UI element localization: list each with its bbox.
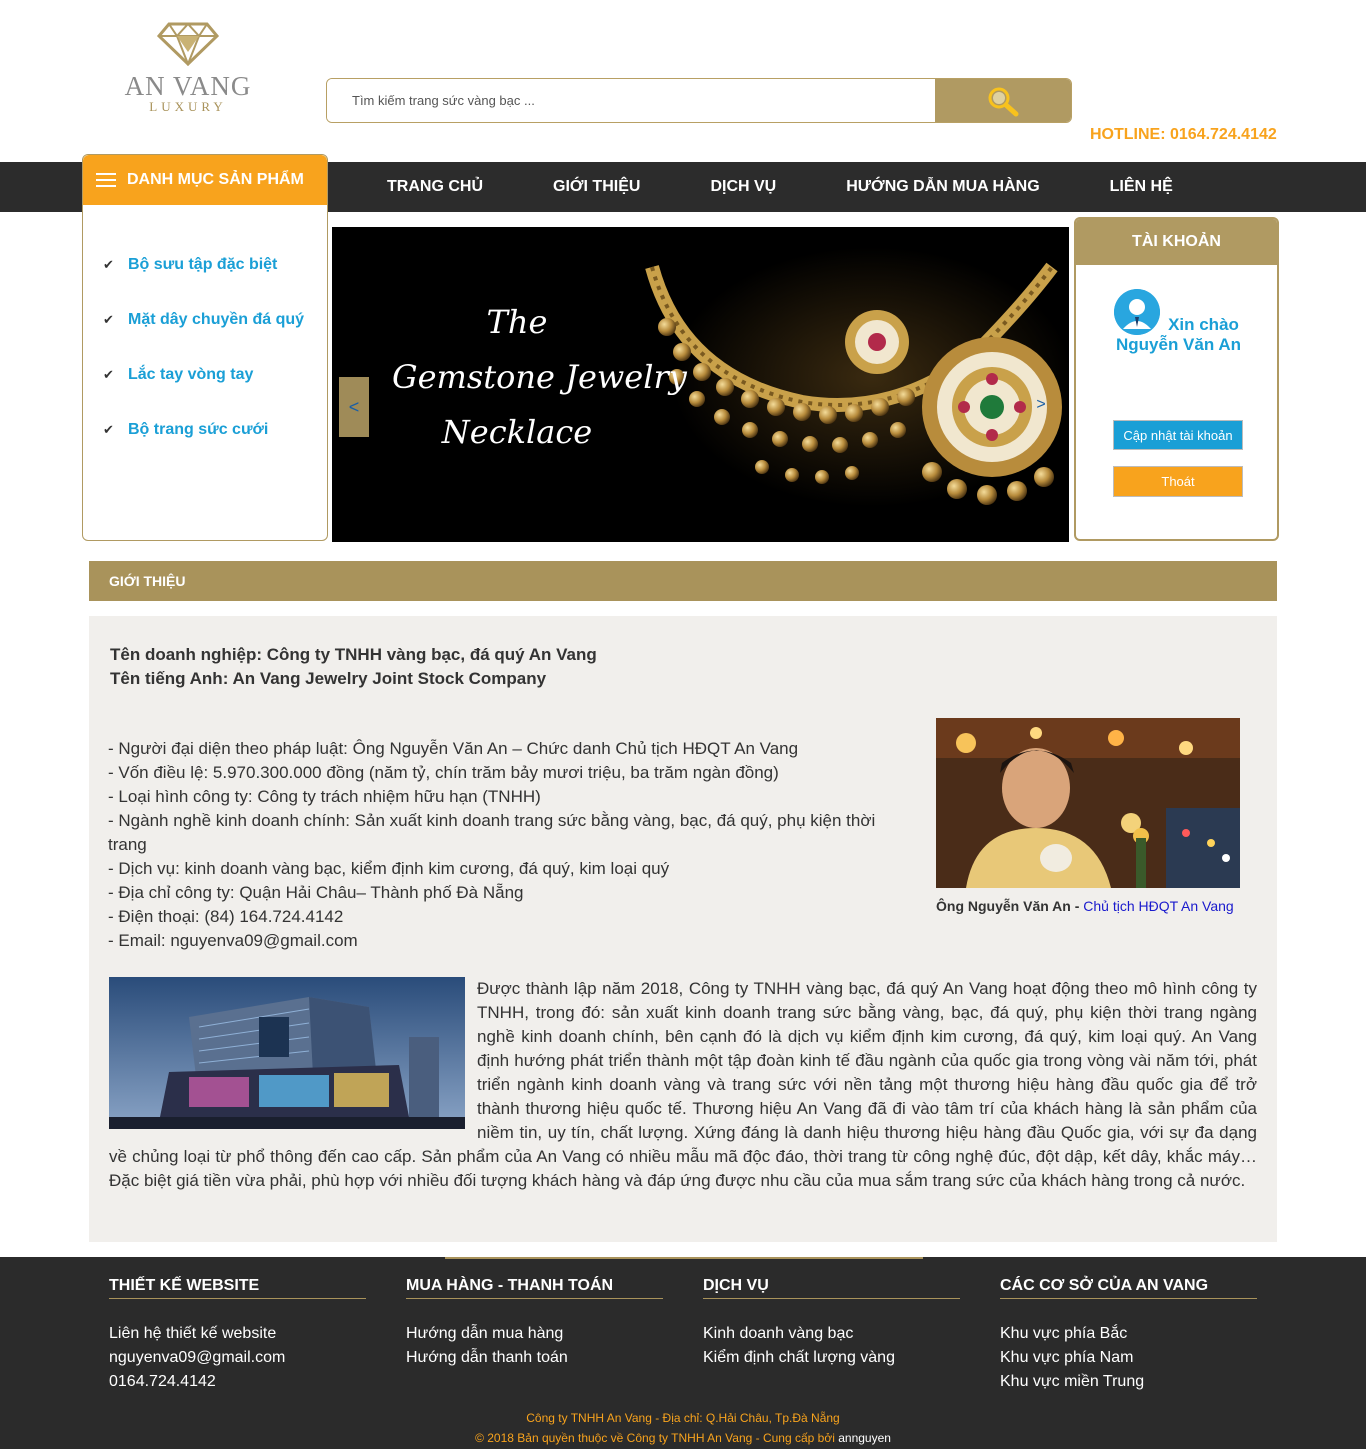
footer-column-shopping: MUA HÀNG - THANH TOÁN Hướng dẫn mua hàng… — [406, 1277, 663, 1370]
detail-line: - Vốn điều lệ: 5.970.300.000 đồng (năm t… — [108, 763, 779, 782]
search-button[interactable] — [935, 79, 1071, 122]
copyright-text: © 2018 Bản quyền thuộc về Công ty TNHH A… — [475, 1431, 839, 1445]
footer-link[interactable]: Khu vực phía Nam — [1000, 1346, 1257, 1370]
nav-item-about[interactable]: GIỚI THIỆU — [518, 162, 675, 212]
slider-prev-button[interactable]: < — [339, 377, 369, 437]
footer-column-web-design: THIẾT KẾ WEBSITE Liên hệ thiết kế websit… — [109, 1277, 366, 1394]
company-names: Tên doanh nghiệp: Công ty TNHH vàng bạc,… — [110, 643, 597, 691]
footer-link[interactable]: Hướng dẫn mua hàng — [406, 1322, 663, 1346]
footer-link[interactable]: Kinh doanh vàng bạc — [703, 1322, 960, 1346]
footer-column-branches: CÁC CƠ SỞ CỦA AN VANG Khu vực phía Bắc K… — [1000, 1277, 1257, 1394]
page: AN VANG LUXURY HOTLINE: 0164.724.4142 TR… — [0, 0, 1366, 1449]
hotline[interactable]: HOTLINE: 0164.724.4142 — [1090, 126, 1277, 144]
checkmark-icon: ✔ — [103, 367, 114, 382]
greeting-text: Xin chào — [1168, 315, 1239, 334]
update-account-button[interactable]: Cập nhật tài khoản — [1113, 420, 1243, 450]
logo-tagline: LUXURY — [149, 99, 227, 114]
logo[interactable]: AN VANG LUXURY — [118, 22, 258, 126]
nav-item-contact[interactable]: LIÊN HỆ — [1075, 162, 1208, 212]
site-footer: THIẾT KẾ WEBSITE Liên hệ thiết kế websit… — [0, 1257, 1366, 1449]
company-english-name: Tên tiếng Anh: An Vang Jewelry Joint Sto… — [110, 669, 547, 688]
banner-caption: The Gemstone Jewelry Necklace — [392, 295, 687, 460]
footer-column-title: CÁC CƠ SỞ CỦA AN VANG — [1000, 1277, 1257, 1299]
checkmark-icon: ✔ — [103, 312, 114, 327]
footer-column-title: THIẾT KẾ WEBSITE — [109, 1277, 366, 1299]
footer-link[interactable]: Kiểm định chất lượng vàng — [703, 1346, 960, 1370]
nav-item-buying-guide[interactable]: HƯỚNG DẪN MUA HÀNG — [811, 162, 1074, 212]
category-header[interactable]: DANH MỤC SẢN PHẨM — [83, 155, 327, 205]
banner-line: The — [486, 303, 548, 341]
search-icon — [988, 87, 1019, 116]
category-item-label: Bộ sưu tập đặc biệt — [128, 256, 278, 273]
nav-item-home[interactable]: TRANG CHỦ — [352, 162, 518, 212]
footer-link[interactable]: Liên hệ thiết kế website — [109, 1322, 366, 1346]
ceo-photo — [936, 718, 1240, 888]
account-panel: TÀI KHOẢN Xin chào Nguyễn Văn An Cập nhậ… — [1074, 217, 1279, 541]
category-item-label: Lắc tay vòng tay — [128, 366, 254, 383]
category-item-special-collection[interactable]: ✔ Bộ sưu tập đặc biệt — [83, 254, 327, 309]
diamond-logo-icon — [157, 22, 219, 66]
category-title: DANH MỤC SẢN PHẨM — [127, 171, 304, 188]
intro-paragraph: Được thành lập năm 2018, Công ty TNHH và… — [109, 977, 1257, 1193]
category-list: ✔ Bộ sưu tập đặc biệt ✔ Mặt dây chuyền đ… — [83, 205, 327, 474]
footer-link[interactable]: Hướng dẫn thanh toán — [406, 1346, 663, 1370]
category-item-wedding-jewelry[interactable]: ✔ Bộ trang sức cưới — [83, 419, 327, 474]
detail-line: - Email: nguyenva09@gmail.com — [108, 931, 358, 950]
user-greeting: Xin chào Nguyễn Văn An — [1076, 315, 1277, 355]
search-input[interactable] — [327, 79, 935, 122]
hero-banner: The Gemstone Jewelry Necklace < > — [332, 227, 1069, 542]
detail-line: - Điện thoại: (84) 164.724.4142 — [108, 907, 344, 926]
footer-divider — [445, 1257, 923, 1259]
footer-copyright: © 2018 Bản quyền thuộc về Công ty TNHH A… — [0, 1431, 1366, 1445]
footer-address: Công ty TNHH An Vang - Địa chỉ: Q.Hải Ch… — [526, 1411, 840, 1425]
footer-link[interactable]: nguyenva09@gmail.com — [109, 1346, 366, 1370]
footer-column-services: DỊCH VỤ Kinh doanh vàng bạc Kiểm định ch… — [703, 1277, 960, 1370]
footer-link[interactable]: 0164.724.4142 — [109, 1370, 366, 1394]
detail-line: - Dịch vụ: kinh doanh vàng bạc, kiểm địn… — [108, 859, 670, 878]
caption-name: Ông Nguyễn Văn An - — [936, 898, 1084, 914]
checkmark-icon: ✔ — [103, 257, 114, 272]
footer-column-title: DỊCH VỤ — [703, 1277, 960, 1299]
detail-line: - Loại hình công ty: Công ty trách nhiệm… — [108, 787, 541, 806]
logo-name: AN VANG — [124, 71, 252, 101]
footer-column-title: MUA HÀNG - THANH TOÁN — [406, 1277, 663, 1299]
company-details: - Người đại diện theo pháp luật: Ông Ngu… — [108, 737, 918, 953]
footer-link[interactable]: Khu vực phía Bắc — [1000, 1322, 1257, 1346]
banner-line: Necklace — [441, 413, 593, 451]
category-item-label: Mặt dây chuyền đá quý — [128, 311, 305, 328]
hamburger-menu-icon — [96, 173, 116, 187]
slider-next-button[interactable]: > — [1033, 393, 1049, 417]
ceo-caption: Ông Nguyễn Văn An - Chủ tịch HĐQT An Van… — [936, 898, 1234, 914]
detail-line: - Ngành nghề kinh doanh chính: Sản xuất … — [108, 811, 881, 854]
category-item-gemstone-pendant[interactable]: ✔ Mặt dây chuyền đá quý — [83, 309, 327, 364]
intro-section-title: GIỚI THIỆU — [89, 561, 1277, 601]
banner-line: Gemstone Jewelry — [392, 358, 687, 396]
category-item-bracelets[interactable]: ✔ Lắc tay vòng tay — [83, 364, 327, 419]
nav-menu: TRANG CHỦ GIỚI THIỆU DỊCH VỤ HƯỚNG DẪN M… — [352, 162, 1208, 212]
footer-link[interactable]: Khu vực miền Trung — [1000, 1370, 1257, 1394]
account-title: TÀI KHOẢN — [1076, 219, 1277, 265]
detail-line: - Người đại diện theo pháp luật: Ông Ngu… — [108, 739, 799, 758]
user-name: Nguyễn Văn An — [1116, 335, 1241, 354]
detail-line: - Địa chỉ công ty: Quận Hải Châu– Thành … — [108, 883, 524, 902]
category-item-label: Bộ trang sức cưới — [128, 421, 269, 438]
search-bar — [326, 78, 1072, 123]
logout-button[interactable]: Thoát — [1113, 466, 1243, 497]
intro-content: Tên doanh nghiệp: Công ty TNHH vàng bạc,… — [89, 616, 1277, 1242]
category-panel: DANH MỤC SẢN PHẨM ✔ Bộ sưu tập đặc biệt … — [82, 154, 328, 541]
company-name: Tên doanh nghiệp: Công ty TNHH vàng bạc,… — [110, 645, 597, 664]
nav-item-services[interactable]: DỊCH VỤ — [675, 162, 811, 212]
checkmark-icon: ✔ — [103, 422, 114, 437]
provider-link[interactable]: annguyen — [838, 1431, 891, 1445]
caption-role-link[interactable]: Chủ tịch HĐQT An Vang — [1083, 898, 1233, 914]
